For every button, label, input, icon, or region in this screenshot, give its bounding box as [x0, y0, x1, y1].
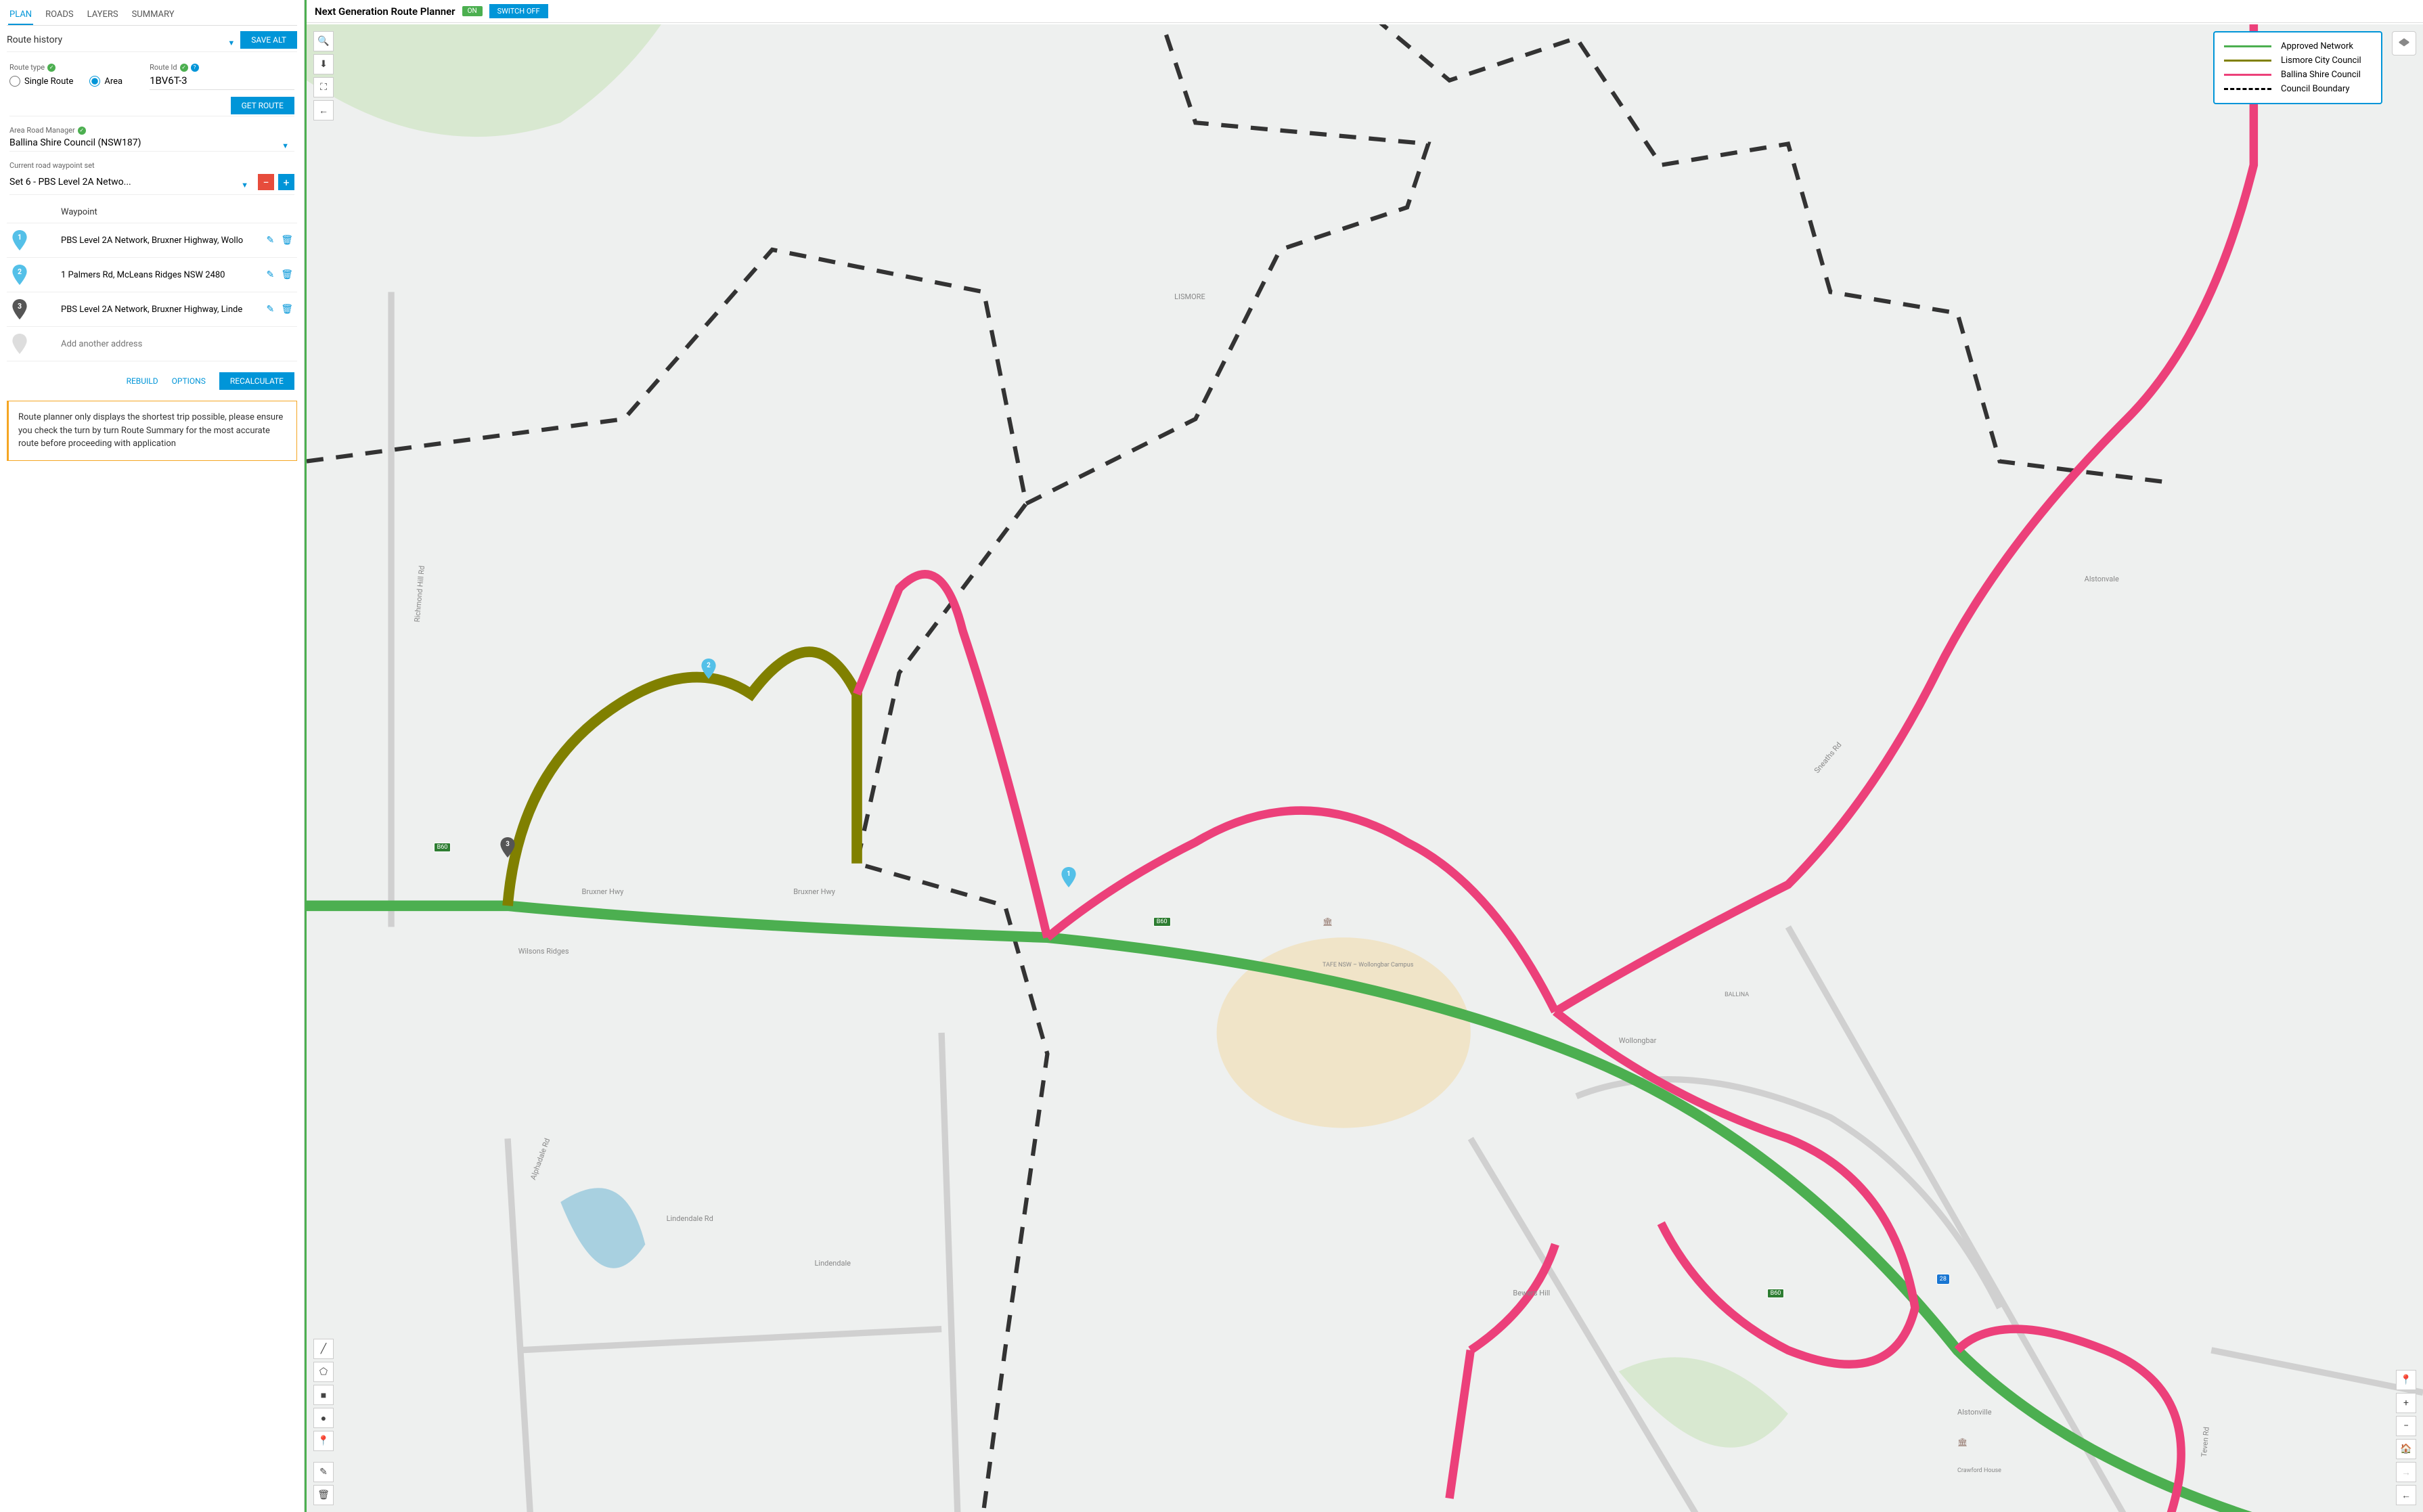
- tab-roads[interactable]: ROADS: [44, 5, 75, 25]
- svg-text:3: 3: [506, 841, 510, 848]
- radio-single-route[interactable]: Single Route: [9, 76, 73, 87]
- edit-icon[interactable]: ✎: [266, 235, 274, 246]
- waypoint-text: PBS Level 2A Network, Bruxner Highway, L…: [61, 305, 262, 315]
- trash-icon[interactable]: 🗑: [281, 269, 293, 280]
- waypoint-text: 1 Palmers Rd, McLeans Ridges NSW 2480: [61, 270, 262, 280]
- map-pin[interactable]: 3: [500, 837, 515, 858]
- pin-icon: 2: [12, 265, 27, 285]
- draw-line-icon[interactable]: ╱: [313, 1339, 334, 1359]
- building-icon: 🏛: [1322, 917, 1333, 927]
- route-id-label: Route Id ✓ ?: [150, 63, 294, 72]
- legend-row: Council Boundary: [2224, 82, 2372, 96]
- waypoint-row: 3 PBS Level 2A Network, Bruxner Highway,…: [7, 292, 297, 327]
- map-container: Next Generation Route Planner ON SWITCH …: [305, 0, 2423, 1512]
- area-road-manager-select[interactable]: Ballina Shire Council (NSW187) ▼: [9, 135, 294, 152]
- chevron-down-icon[interactable]: ▼: [222, 39, 240, 47]
- route-history-row: Route history ▼ SAVE ALT: [7, 26, 297, 52]
- map-header: Next Generation Route Planner ON SWITCH …: [307, 0, 2423, 23]
- trash-icon[interactable]: 🗑: [313, 1485, 334, 1505]
- current-set-select[interactable]: Set 6 - PBS Level 2A Netwo... ▼: [9, 177, 254, 187]
- options-button[interactable]: OPTIONS: [172, 376, 206, 386]
- get-route-button[interactable]: GET ROUTE: [231, 97, 294, 114]
- legend-row: Approved Network: [2224, 39, 2372, 53]
- waypoint-header: Waypoint: [7, 198, 297, 223]
- trash-icon[interactable]: 🗑: [281, 304, 293, 315]
- switch-off-button[interactable]: SWITCH OFF: [489, 4, 548, 18]
- recalculate-button[interactable]: RECALCULATE: [219, 372, 294, 390]
- add-set-button[interactable]: +: [278, 174, 294, 190]
- legend-row: Ballina Shire Council: [2224, 68, 2372, 82]
- route-history-label: Route history: [7, 35, 222, 45]
- locate-icon[interactable]: 📍: [2396, 1370, 2416, 1390]
- pin-icon: 3: [12, 299, 27, 319]
- forward-icon[interactable]: →: [2396, 1462, 2416, 1482]
- pin-ghost-icon: [12, 334, 27, 354]
- route-shield: 28: [1936, 1274, 1950, 1285]
- tab-layers[interactable]: LAYERS: [86, 5, 120, 25]
- edit-icon[interactable]: ✎: [266, 269, 274, 280]
- chevron-down-icon: ▼: [276, 141, 294, 150]
- tabs: PLAN ROADS LAYERS SUMMARY: [7, 5, 297, 26]
- add-waypoint-input[interactable]: [61, 339, 297, 349]
- edit-icon[interactable]: ✎: [313, 1462, 334, 1482]
- building-icon: 🏛: [1957, 1438, 1968, 1447]
- check-icon: ✓: [78, 127, 86, 135]
- zoom-in-button[interactable]: +: [2396, 1393, 2416, 1413]
- download-icon[interactable]: ⬇: [313, 54, 334, 74]
- back-icon[interactable]: ←: [313, 100, 334, 120]
- waypoint-row: 2 1 Palmers Rd, McLeans Ridges NSW 2480 …: [7, 258, 297, 292]
- trash-icon[interactable]: 🗑: [281, 235, 293, 246]
- pin-icon: 1: [12, 230, 27, 250]
- tab-plan[interactable]: PLAN: [8, 5, 33, 25]
- remove-set-button[interactable]: −: [258, 174, 274, 190]
- highway-badge: B60: [1767, 1289, 1785, 1298]
- svg-text:2: 2: [707, 662, 711, 669]
- route-id-value[interactable]: 1BV6T-3: [150, 72, 294, 90]
- layers-button[interactable]: [2392, 31, 2416, 55]
- check-icon: ✓: [47, 64, 55, 72]
- add-waypoint-row: [7, 327, 297, 361]
- svg-text:1: 1: [1067, 870, 1071, 878]
- fullscreen-icon[interactable]: ⛶: [313, 77, 334, 97]
- svg-text:3: 3: [18, 302, 22, 311]
- edit-icon[interactable]: ✎: [266, 304, 274, 315]
- map-pin[interactable]: 2: [701, 659, 716, 679]
- search-icon[interactable]: 🔍: [313, 31, 334, 51]
- help-icon[interactable]: ?: [191, 64, 199, 72]
- current-set-label: Current road waypoint set: [9, 161, 294, 170]
- svg-text:1: 1: [18, 233, 22, 242]
- area-road-manager-label: Area Road Manager ✓: [9, 126, 294, 135]
- draw-polygon-icon[interactable]: ⬠: [313, 1362, 334, 1382]
- waypoint-text: PBS Level 2A Network, Bruxner Highway, W…: [61, 236, 262, 246]
- svg-text:2: 2: [18, 267, 22, 276]
- home-icon[interactable]: 🏠: [2396, 1439, 2416, 1459]
- check-icon: ✓: [180, 64, 188, 72]
- zoom-out-button[interactable]: −: [2396, 1416, 2416, 1436]
- draw-square-icon[interactable]: ■: [313, 1385, 334, 1405]
- route-type-label: Route type ✓: [9, 63, 123, 72]
- radio-area[interactable]: Area: [89, 76, 123, 87]
- waypoint-row: 1 PBS Level 2A Network, Bruxner Highway,…: [7, 223, 297, 258]
- rebuild-button[interactable]: REBUILD: [127, 376, 158, 386]
- tab-summary[interactable]: SUMMARY: [131, 5, 176, 25]
- sidebar: PLAN ROADS LAYERS SUMMARY Route history …: [0, 0, 305, 1512]
- on-badge: ON: [462, 6, 483, 16]
- draw-circle-icon[interactable]: ●: [313, 1408, 334, 1428]
- draw-marker-icon[interactable]: 📍: [313, 1431, 334, 1451]
- map-pin[interactable]: 1: [1061, 867, 1076, 887]
- back2-icon[interactable]: ←: [2396, 1485, 2416, 1505]
- notice-box: Route planner only displays the shortest…: [7, 401, 297, 461]
- highway-badge: B60: [434, 843, 451, 852]
- map-canvas[interactable]: LISMORERichmond Hill RdWilsons RidgesAlp…: [307, 24, 2423, 1512]
- highway-badge: B60: [1153, 917, 1171, 927]
- save-alt-button[interactable]: SAVE ALT: [240, 31, 297, 49]
- chevron-down-icon: ▼: [236, 181, 254, 190]
- legend-row: Lismore City Council: [2224, 53, 2372, 68]
- legend: Approved NetworkLismore City CouncilBall…: [2213, 31, 2382, 104]
- map-title: Next Generation Route Planner: [315, 5, 455, 18]
